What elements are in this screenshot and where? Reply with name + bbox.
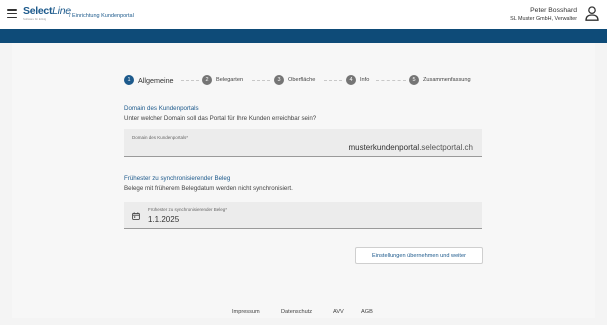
save-and-continue-button[interactable]: Einstellungen übernehmen und weiter [355, 247, 483, 264]
brand-bar [0, 29, 607, 43]
app-header: SelectLine Software für Erfolg / Einrich… [0, 0, 607, 29]
user-account-icon[interactable] [585, 6, 599, 21]
footer-link-agb[interactable]: AGB [361, 309, 373, 315]
step-allgemeine[interactable]: 1 Allgemeine [124, 73, 174, 87]
step-label: Zusammenfassung [423, 77, 471, 83]
step-number: 5 [409, 75, 419, 85]
step-label: Info [360, 77, 370, 83]
step-number: 2 [202, 75, 212, 85]
domain-input-value: musterkundenportal.selectportal.ch [348, 143, 473, 152]
step-info[interactable]: 4 Info [346, 73, 369, 87]
footer-link-avv[interactable]: AVV [333, 309, 344, 315]
selectline-logo[interactable]: SelectLine Software für Erfolg [23, 6, 71, 22]
earliest-date-label: Frühester zu synchronisierender Beleg* [148, 207, 228, 212]
footer-link-impressum[interactable]: Impressum [232, 309, 260, 315]
step-label: Allgemeine [138, 75, 174, 85]
stepper-connector [376, 80, 406, 81]
step-zusammenfassung[interactable]: 5 Zusammenfassung [409, 73, 471, 87]
stepper-connector [324, 80, 342, 81]
footer-link-datenschutz[interactable]: Datenschutz [281, 309, 312, 315]
domain-section-title: Domain des Kundenportals [124, 105, 199, 112]
logo-tagline: Software für Erfolg [23, 17, 47, 21]
calendar-icon[interactable] [132, 212, 140, 220]
setup-stepper: 1 Allgemeine 2 Belegarten 3 Oberfläche 4… [124, 73, 484, 87]
step-number: 4 [346, 75, 356, 85]
step-label: Oberfläche [288, 77, 316, 83]
user-info: Peter Bosshard SL Muster GmbH, Verwalter [510, 7, 577, 23]
earliest-date-value: 1.1.2025 [148, 215, 180, 224]
step-belegarten[interactable]: 2 Belegarten [202, 73, 243, 87]
step-number: 1 [124, 75, 134, 85]
step-number: 3 [274, 75, 284, 85]
step-label: Belegarten [216, 77, 244, 83]
breadcrumb: / Einrichtung Kundenportal [69, 12, 134, 19]
earliest-date-input[interactable]: Frühester zu synchronisierender Beleg* 1… [124, 202, 482, 229]
hamburger-menu-icon[interactable] [7, 9, 17, 19]
step-oberflaeche[interactable]: 3 Oberfläche [274, 73, 315, 87]
earliest-section-title: Frühester zu synchronisierender Beleg [124, 175, 231, 182]
user-name: Peter Bosshard [530, 7, 577, 14]
stepper-connector [252, 80, 270, 81]
domain-input-label: Domain des Kundenportals* [132, 135, 189, 140]
stepper-connector [181, 80, 199, 81]
domain-section-description: Unter welcher Domain soll das Portal für… [124, 115, 317, 122]
earliest-section-description: Belege mit früherem Belegdatum werden ni… [124, 185, 293, 192]
user-company: SL Muster GmbH, Verwalter [510, 16, 577, 22]
domain-input[interactable]: Domain des Kundenportals* musterkundenpo… [124, 129, 482, 157]
footer: Impressum Datenschutz AVV AGB [0, 309, 607, 317]
